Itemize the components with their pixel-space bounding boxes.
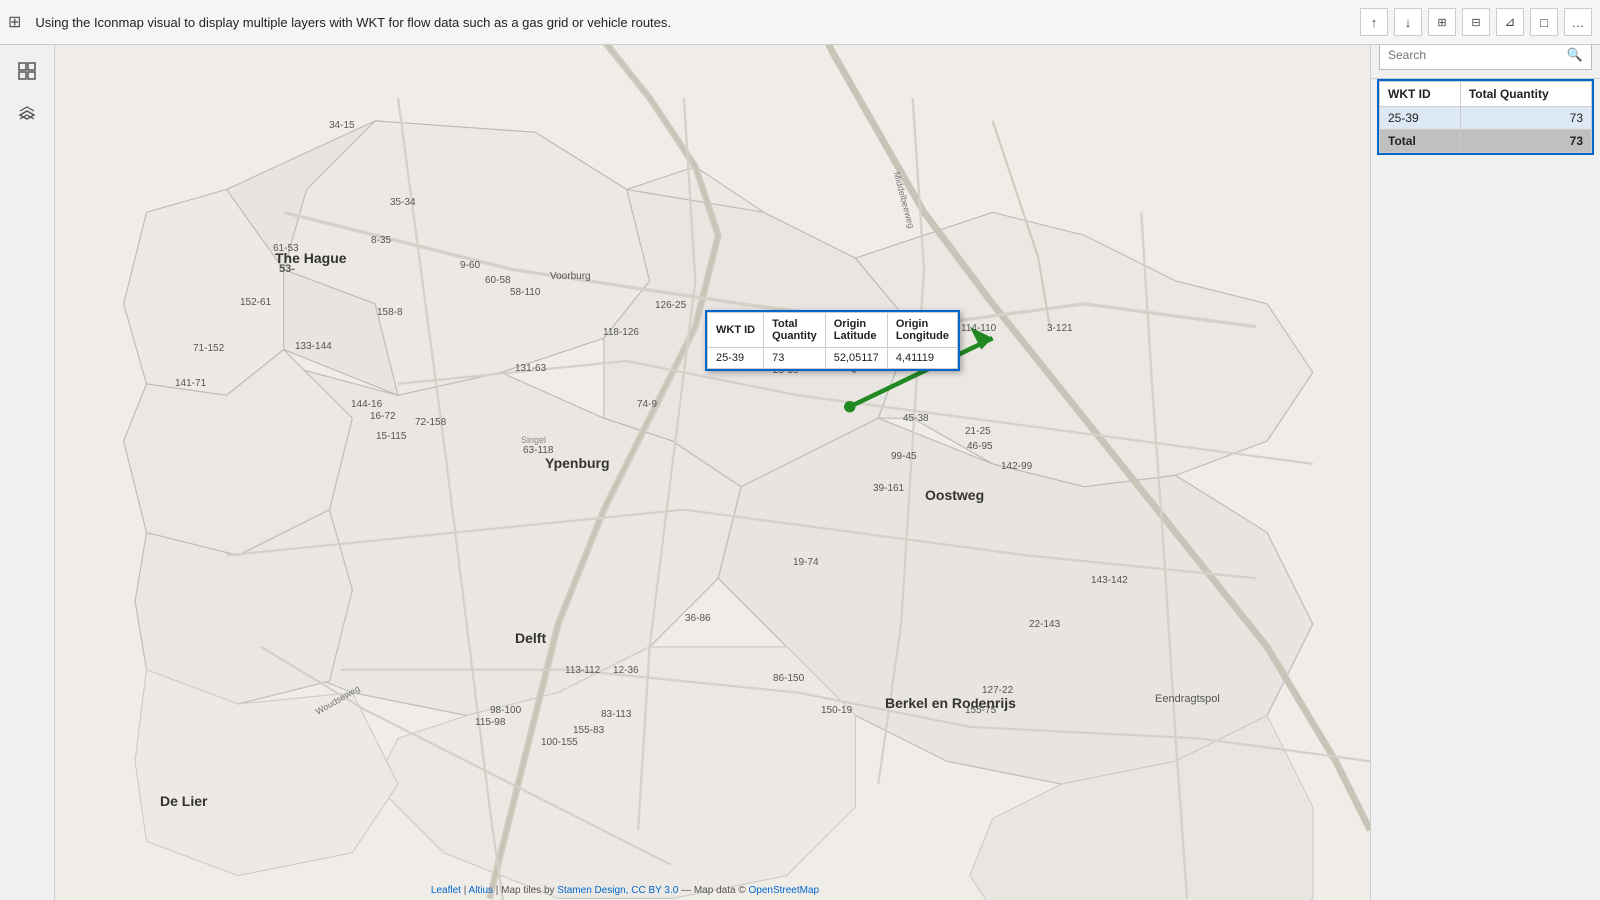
data-table: WKT ID Total Quantity 25-39 73 Total 73 bbox=[1379, 81, 1592, 153]
map-attribution: Leaflet | Altius | Map tiles by Stamen D… bbox=[110, 885, 1140, 896]
toolbar-message: Using the Iconmap visual to display mult… bbox=[27, 15, 1354, 30]
tooltip-header-lat: OriginLatitude bbox=[825, 313, 887, 348]
tooltip-cell-qty: 73 bbox=[764, 348, 826, 369]
table-row[interactable]: 25-39 73 bbox=[1380, 107, 1592, 130]
table-cell-wkt: 25-39 bbox=[1380, 107, 1461, 130]
table-cell-total-label: Total bbox=[1380, 130, 1461, 153]
table-total-row: Total 73 bbox=[1380, 130, 1592, 153]
attribution-data-text: — Map data © bbox=[681, 885, 748, 896]
table-header-qty: Total Quantity bbox=[1460, 82, 1591, 107]
data-table-container: WKT ID Total Quantity 25-39 73 Total 73 bbox=[1371, 79, 1600, 155]
attribution-tiles-text: | Map tiles by bbox=[496, 885, 558, 896]
right-panel: WKT ID 🔍 WKT ID Total Quantity 25-39 73 bbox=[1370, 0, 1600, 900]
grid-icon[interactable]: ⊞ bbox=[8, 12, 21, 32]
filter-btn[interactable]: ⊿ bbox=[1496, 8, 1524, 36]
export-btn[interactable]: □ bbox=[1530, 8, 1558, 36]
table-cell-total-value: 73 bbox=[1460, 130, 1591, 153]
table-header-wkt: WKT ID bbox=[1380, 82, 1461, 107]
search-input[interactable] bbox=[1388, 48, 1561, 62]
osm-link[interactable]: OpenStreetMap bbox=[748, 885, 819, 896]
tooltip-header-lon: OriginLongitude bbox=[887, 313, 957, 348]
tooltip-table: WKT ID TotalQuantity OriginLatitude Orig… bbox=[707, 312, 958, 369]
tooltip-popup: WKT ID TotalQuantity OriginLatitude Orig… bbox=[705, 310, 960, 371]
leaflet-link[interactable]: Leaflet bbox=[431, 885, 461, 896]
tooltip-cell-lon: 4,41119 bbox=[887, 348, 957, 369]
search-icon[interactable]: 🔍 bbox=[1567, 47, 1583, 63]
map-container[interactable]: The Hague Ypenburg Delft Berkel en Roden… bbox=[55, 45, 1370, 900]
tooltip-row: 25-39 73 52,05117 4,41119 bbox=[708, 348, 958, 369]
tooltip-header-wkt: WKT ID bbox=[708, 313, 764, 348]
table-cell-qty: 73 bbox=[1460, 107, 1591, 130]
grid-view-btn[interactable]: ⊞ bbox=[1428, 8, 1456, 36]
map-svg bbox=[55, 45, 1370, 900]
more-btn[interactable]: … bbox=[1564, 8, 1592, 36]
left-sidebar bbox=[0, 45, 55, 900]
tooltip-header-qty: TotalQuantity bbox=[764, 313, 826, 348]
stamen-link[interactable]: Stamen Design, CC BY 3.0 bbox=[557, 885, 678, 896]
grid-sidebar-icon[interactable] bbox=[11, 55, 43, 87]
tooltip-cell-wkt: 25-39 bbox=[708, 348, 764, 369]
fit-btn[interactable]: ⊟ bbox=[1462, 8, 1490, 36]
toolbar: ⊞ Using the Iconmap visual to display mu… bbox=[0, 0, 1600, 45]
layers-sidebar-icon[interactable] bbox=[11, 99, 43, 131]
scroll-up-btn[interactable]: ↑ bbox=[1360, 8, 1388, 36]
scroll-down-btn[interactable]: ↓ bbox=[1394, 8, 1422, 36]
altius-link[interactable]: Altius bbox=[469, 885, 493, 896]
right-panel-table-wrapper: WKT ID Total Quantity 25-39 73 Total 73 bbox=[1377, 79, 1594, 155]
tooltip-cell-lat: 52,05117 bbox=[825, 348, 887, 369]
